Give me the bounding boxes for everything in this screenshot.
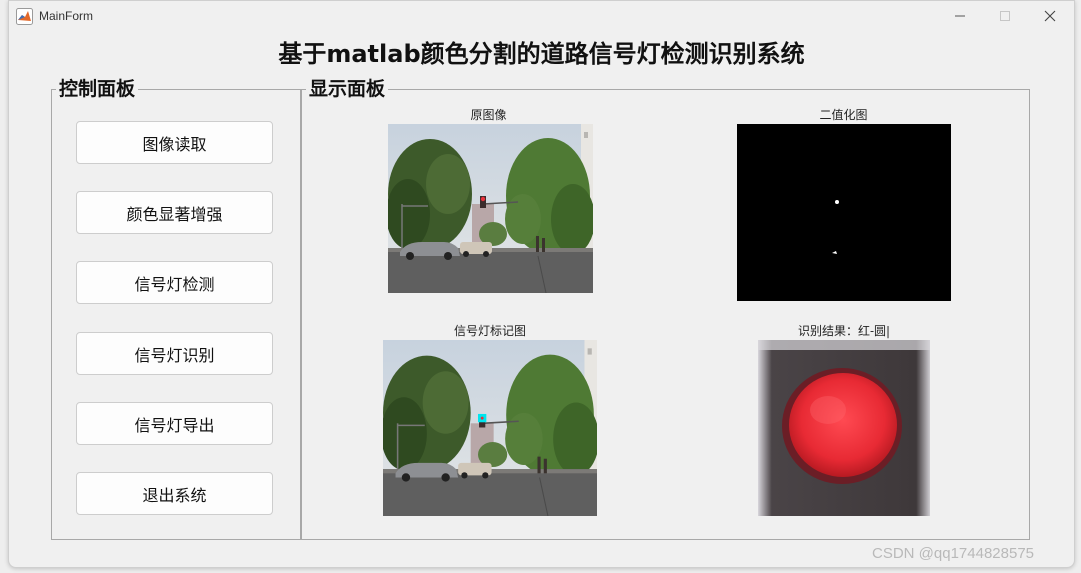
maximize-button[interactable]: [990, 6, 1020, 26]
minimize-icon: [955, 15, 965, 17]
close-button[interactable]: [1035, 6, 1065, 26]
marked-image: [383, 340, 597, 516]
minimize-button[interactable]: [945, 6, 975, 26]
matlab-icon: [16, 8, 33, 25]
title-bar: MainForm: [9, 1, 1074, 31]
original-image-title: 原图像: [470, 108, 507, 122]
binary-image-title: 二值化图: [819, 108, 868, 122]
maximize-icon: [1000, 11, 1010, 21]
exit-button[interactable]: 退出系统: [76, 472, 273, 515]
light-recognize-button[interactable]: 信号灯识别: [76, 332, 273, 375]
close-icon: [1044, 10, 1056, 22]
control-panel: 控制面板 图像读取 颜色显著增强 信号灯检测 信号灯识别 信号灯导出 退出系统: [51, 78, 301, 540]
binary-image: [737, 124, 951, 301]
light-detect-button[interactable]: 信号灯检测: [76, 261, 273, 304]
main-window: MainForm 基于matlab颜色分割的道路信号灯检测识别系统 控制面板 图…: [8, 0, 1075, 568]
app-title: 基于matlab颜色分割的道路信号灯检测识别系统: [278, 40, 805, 68]
window-title: MainForm: [39, 9, 94, 23]
result-image: [758, 340, 930, 516]
result-image-title: 识别结果：红-圆|: [797, 324, 891, 338]
control-panel-legend: 控制面板: [56, 78, 139, 100]
read-image-button[interactable]: 图像读取: [76, 121, 273, 164]
display-panel: 显示面板 原图像 二值化图 信号灯标记图 识别结果：红-圆|: [301, 78, 1030, 540]
original-image: [388, 124, 593, 293]
marked-image-title: 信号灯标记图: [453, 324, 526, 338]
color-enhance-button[interactable]: 颜色显著增强: [76, 191, 273, 234]
light-export-button[interactable]: 信号灯导出: [76, 402, 273, 445]
watermark: CSDN @qq1744828575: [872, 545, 1035, 562]
display-panel-legend: 显示面板: [306, 78, 389, 100]
